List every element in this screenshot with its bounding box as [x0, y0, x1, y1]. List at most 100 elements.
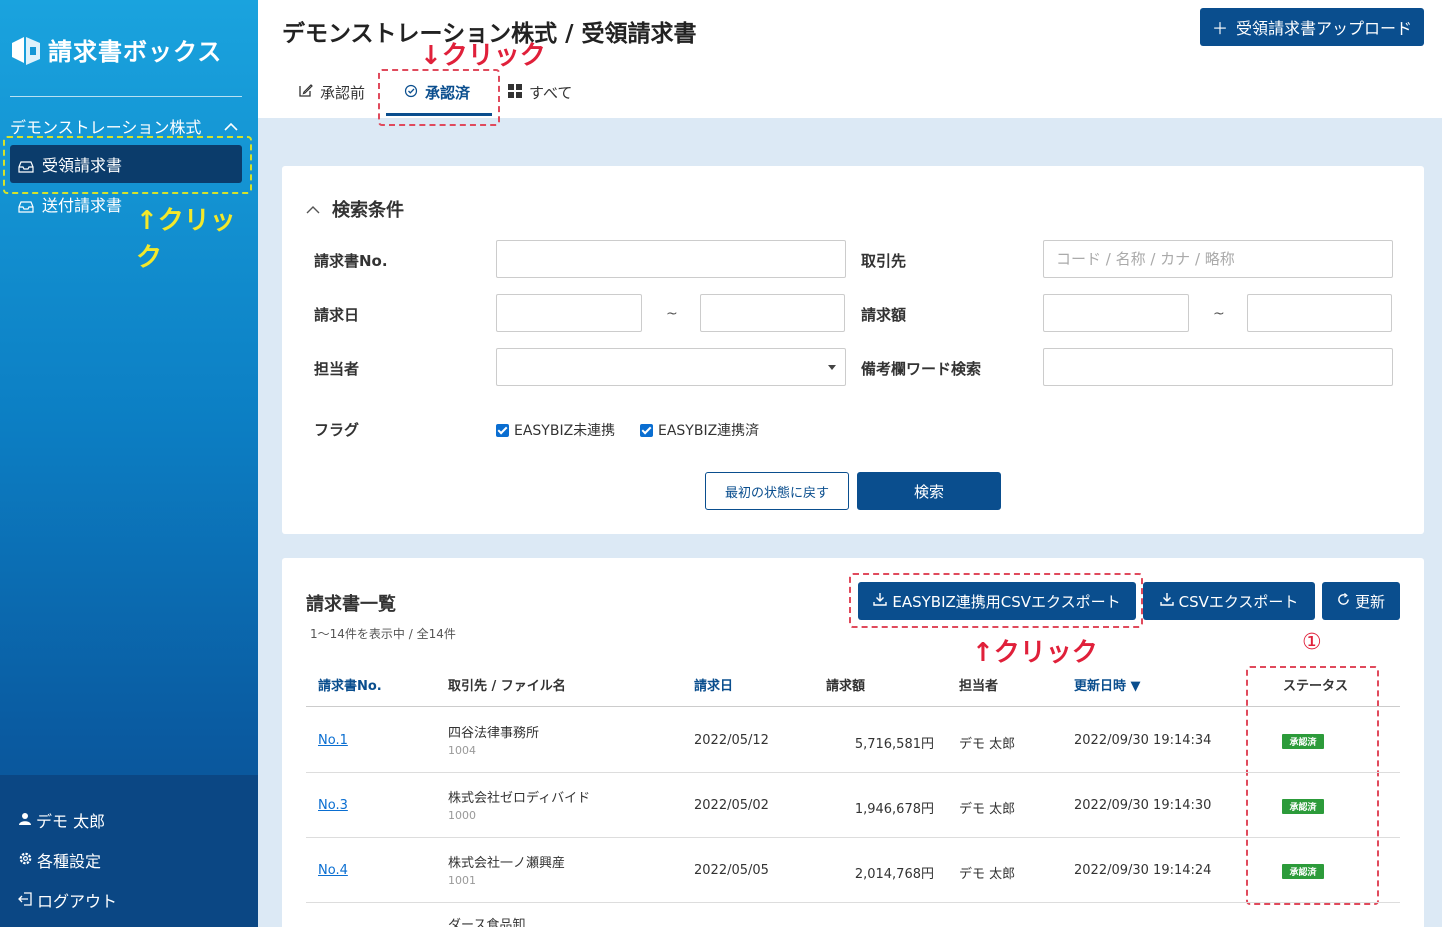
highlight-box	[849, 573, 1143, 628]
tab-label: 承認前	[320, 84, 366, 102]
row-divider	[306, 902, 1400, 903]
download-icon	[1159, 592, 1174, 610]
logout-link[interactable]: ログアウト	[18, 888, 117, 912]
partner-input[interactable]	[1043, 240, 1393, 278]
gear-icon	[18, 851, 33, 870]
assignee-select[interactable]	[496, 348, 846, 386]
page-header: デモンストレーション株式 / 受領請求書 ＋ 受領請求書アップロード 承認前 承…	[258, 0, 1442, 126]
column-header-amount: 請求額	[826, 679, 866, 694]
row-divider	[306, 837, 1400, 838]
button-label: CSVエクスポート	[1178, 592, 1299, 611]
date-to-input[interactable]	[700, 294, 845, 332]
checkbox-checked[interactable]	[640, 423, 653, 437]
highlight-box	[3, 136, 252, 194]
assignee-name: デモ 太郎	[959, 737, 1016, 752]
plus-icon: ＋	[1211, 19, 1228, 38]
column-header-date[interactable]: 請求日	[694, 675, 733, 694]
partner-code: 1000	[448, 809, 476, 822]
amount-to-input[interactable]	[1247, 294, 1392, 332]
chevron-up-icon	[306, 199, 320, 220]
memo-search-label: 備考欄ワード検索	[861, 360, 982, 378]
upload-invoice-button[interactable]: ＋ 受領請求書アップロード	[1200, 8, 1424, 46]
annotation-number: ①	[1302, 630, 1322, 655]
updated-at: 2022/09/30 19:14:30	[1074, 798, 1212, 813]
flag-easybiz-unlinked[interactable]: EASYBIZ未連携	[496, 420, 615, 440]
status-badge: 承認済	[1282, 799, 1324, 814]
edit-icon	[298, 83, 313, 102]
column-header-updated[interactable]: 更新日時 ▼	[1074, 675, 1141, 694]
refresh-button[interactable]: 更新	[1322, 582, 1400, 620]
invoice-no-link[interactable]: No.1	[318, 733, 348, 748]
invoice-amount: 1,946,678円	[854, 802, 934, 817]
search-panel-title: 検索条件	[332, 200, 404, 221]
invoice-no-link[interactable]: No.3	[318, 798, 348, 813]
inbox-icon	[18, 198, 34, 213]
settings-label: 各種設定	[37, 852, 102, 871]
memo-search-input[interactable]	[1043, 348, 1393, 386]
user-menu[interactable]: デモ 太郎	[18, 808, 105, 832]
checkbox-label: EASYBIZ未連携	[514, 423, 616, 439]
invoice-no-label: 請求書No.	[314, 252, 388, 270]
status-badge: 承認済	[1282, 734, 1324, 749]
partner-code: 1004	[448, 744, 476, 757]
checkbox-checked[interactable]	[496, 423, 509, 437]
updated-at: 2022/09/30 19:14:34	[1074, 733, 1212, 748]
logo-text: 請求書ボックス	[48, 38, 223, 66]
status-badge: 承認済	[1282, 864, 1324, 879]
invoice-no-link[interactable]: No.4	[318, 863, 348, 878]
sidebar-divider	[10, 96, 242, 97]
column-header-partner: 取引先 / ファイル名	[448, 679, 566, 694]
sidebar-footer: デモ 太郎 各種設定 ログアウト	[0, 775, 258, 927]
invoice-date: 2022/05/02	[694, 798, 769, 813]
date-from-input[interactable]	[496, 294, 642, 332]
invoice-date-label: 請求日	[314, 306, 360, 324]
search-button[interactable]: 検索	[857, 472, 1001, 510]
invoice-amount: 5,716,581円	[854, 737, 934, 752]
invoice-list-title: 請求書一覧	[306, 594, 396, 615]
invoice-date: 2022/05/05	[694, 863, 769, 878]
grid-icon	[508, 83, 522, 102]
annotation-click-export: ↑クリック	[972, 638, 1098, 668]
column-header-status: ステータス	[1283, 679, 1349, 694]
column-header-assignee: 担当者	[959, 679, 999, 694]
annotation-click-tab: ↓クリック	[420, 41, 546, 71]
assignee-name: デモ 太郎	[959, 867, 1016, 882]
flag-label: フラグ	[314, 421, 360, 439]
chevron-up-icon	[224, 117, 238, 136]
company-selector[interactable]: デモンストレーション株式	[10, 114, 242, 138]
flag-easybiz-linked[interactable]: EASYBIZ連携済	[640, 420, 759, 440]
sidebar: 請求書ボックス デモンストレーション株式 受領請求書 送付請求書 ↑クリック デ…	[0, 0, 258, 927]
settings-link[interactable]: 各種設定	[18, 848, 101, 872]
tab-all[interactable]: すべて	[508, 82, 572, 103]
user-icon	[18, 811, 32, 830]
invoice-no-input[interactable]	[496, 240, 846, 278]
reset-button[interactable]: 最初の状態に戻す	[705, 472, 849, 510]
partner-name: 四谷法律事務所	[448, 726, 540, 741]
csv-export-button[interactable]: CSVエクスポート	[1143, 582, 1315, 620]
range-separator: ~	[1213, 306, 1225, 322]
header-divider	[306, 706, 1400, 707]
partner-label: 取引先	[861, 252, 907, 270]
updated-at: 2022/09/30 19:14:24	[1074, 863, 1212, 878]
upload-button-label: 受領請求書アップロード	[1236, 19, 1413, 38]
refresh-icon	[1337, 592, 1350, 610]
assignee-label: 担当者	[314, 360, 360, 378]
button-label: 更新	[1354, 592, 1385, 611]
company-name: デモンストレーション株式	[10, 118, 202, 137]
result-count: 1〜14件を表示中 / 全14件	[310, 627, 456, 641]
checkbox-label: EASYBIZ連携済	[658, 423, 760, 439]
amount-label: 請求額	[861, 306, 907, 324]
app-logo[interactable]: 請求書ボックス	[10, 32, 222, 67]
sidebar-item-label: 送付請求書	[42, 196, 123, 215]
invoice-amount: 2,014,768円	[854, 867, 934, 882]
amount-from-input[interactable]	[1043, 294, 1189, 332]
annotation-click-sidebar: ↑クリック	[136, 206, 236, 273]
tab-unapproved[interactable]: 承認前	[298, 82, 365, 103]
partner-name: ダース食品卸	[448, 918, 526, 927]
search-panel-toggle[interactable]: 検索条件	[306, 196, 404, 222]
logout-label: ログアウト	[37, 892, 118, 911]
column-header-invoice-no[interactable]: 請求書No.	[318, 675, 382, 694]
invoice-list-panel: 請求書一覧 1〜14件を表示中 / 全14件 EASYBIZ連携用CSVエクスポ…	[282, 558, 1424, 927]
range-separator: ~	[666, 306, 678, 322]
logout-icon	[18, 891, 33, 910]
